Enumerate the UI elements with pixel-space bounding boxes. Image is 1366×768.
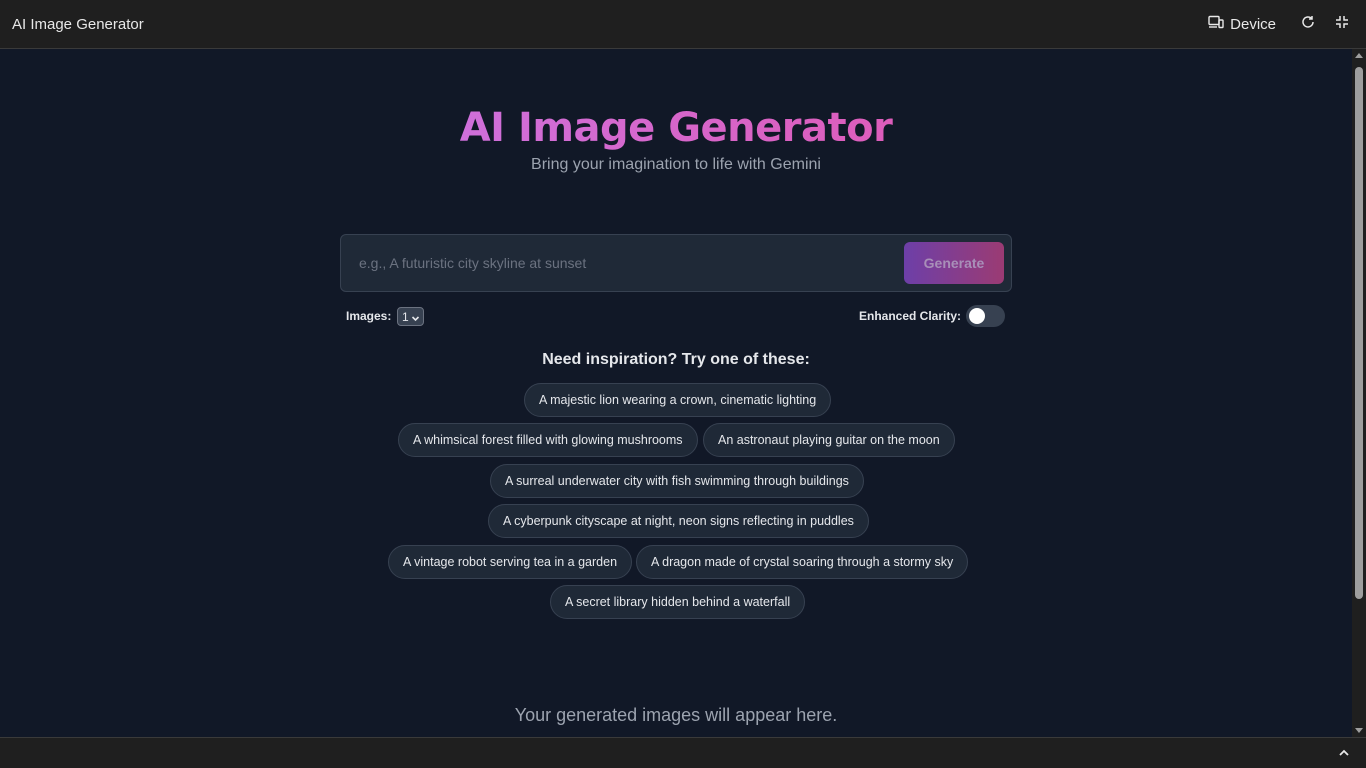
chevron-up-icon[interactable] [1338, 746, 1350, 764]
generate-button[interactable]: Generate [904, 242, 1004, 284]
device-icon [1208, 15, 1224, 33]
main-content: AI Image Generator Bring your imaginatio… [0, 49, 1352, 737]
vertical-scrollbar[interactable] [1352, 49, 1366, 737]
inspiration-chip[interactable]: A majestic lion wearing a crown, cinemat… [524, 383, 832, 417]
refresh-icon [1301, 15, 1315, 34]
images-count-select[interactable]: 1 [397, 307, 424, 326]
device-button[interactable]: Device [1208, 15, 1276, 33]
inspiration-chip[interactable]: A cyberpunk cityscape at night, neon sig… [488, 504, 869, 538]
top-bar: AI Image Generator Device [0, 0, 1366, 49]
page-title: AI Image Generator [0, 105, 1352, 151]
inspiration-chip[interactable]: An astronaut playing guitar on the moon [703, 423, 955, 457]
bottom-bar [0, 737, 1366, 768]
collapse-button[interactable] [1332, 14, 1352, 34]
page-subtitle: Bring your imagination to life with Gemi… [531, 156, 821, 173]
prompt-input[interactable] [341, 235, 901, 291]
scrollbar-thumb[interactable] [1355, 67, 1363, 599]
images-label: Images: [346, 309, 392, 323]
toggle-knob [969, 308, 985, 324]
results-empty-text: Your generated images will appear here. [514, 705, 838, 725]
inspiration-title: Need inspiration? Try one of these: [542, 351, 810, 368]
images-count-value: 1 [402, 309, 409, 324]
prompt-box: Generate [340, 234, 1012, 292]
inspiration-chip[interactable]: A secret library hidden behind a waterfa… [550, 585, 806, 619]
enhanced-clarity-label: Enhanced Clarity: [859, 309, 962, 323]
options-row: Images: 1 Enhanced Clarity: [346, 305, 1006, 327]
inspiration-chip[interactable]: A vintage robot serving tea in a garden [388, 545, 633, 579]
scroll-up-icon[interactable] [1355, 53, 1363, 58]
inspiration-chip[interactable]: A whimsical forest filled with glowing m… [398, 423, 698, 457]
collapse-icon [1335, 15, 1349, 34]
refresh-button[interactable] [1298, 14, 1318, 34]
scroll-down-icon[interactable] [1355, 728, 1363, 733]
device-label: Device [1230, 15, 1276, 33]
inspiration-chip[interactable]: A surreal underwater city with fish swim… [490, 464, 864, 498]
top-actions: Device [1208, 14, 1352, 34]
chevron-down-icon [411, 312, 420, 326]
inspiration-chip[interactable]: A dragon made of crystal soaring through… [636, 545, 969, 579]
enhanced-clarity-toggle[interactable] [966, 305, 1005, 327]
app-title: AI Image Generator [12, 15, 144, 33]
